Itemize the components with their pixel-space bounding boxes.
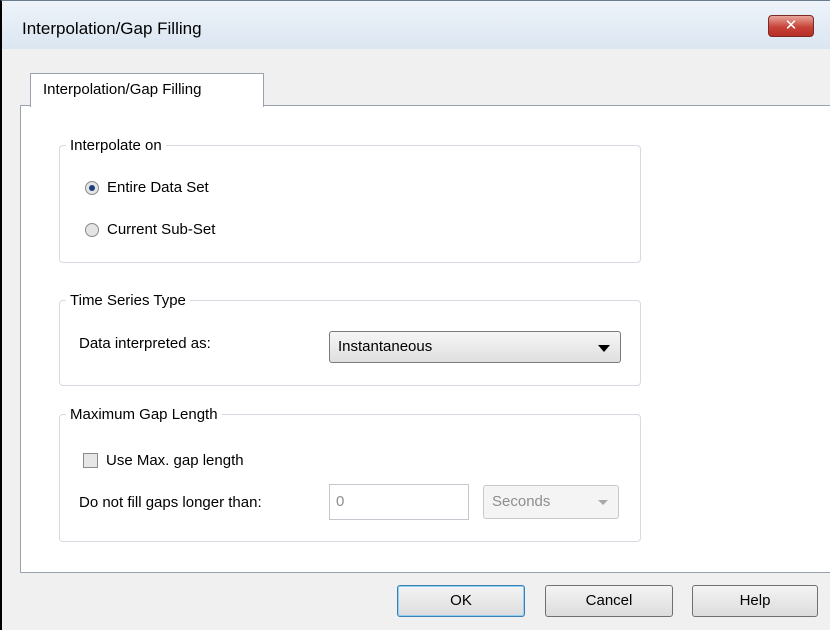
do-not-fill-gaps-label: Do not fill gaps longer than: — [79, 494, 262, 511]
max-gap-length-input[interactable]: 0 — [329, 484, 469, 520]
gap-unit-value: Seconds — [492, 493, 551, 510]
interpolate-on-group: Interpolate on — [59, 137, 641, 263]
radio-unselected-icon[interactable] — [85, 222, 99, 237]
data-interpreted-as-select[interactable]: Instantaneous — [329, 331, 621, 363]
radio-current-sub-set[interactable]: Current Sub-Set — [85, 221, 215, 238]
tab-interpolation-gap-filling[interactable]: Interpolation/Gap Filling — [30, 73, 264, 107]
max-gap-length-value: 0 — [336, 493, 345, 510]
tab-panel: Interpolate on Entire Data Set Current S… — [20, 105, 830, 573]
radio-selected-icon[interactable] — [85, 180, 99, 195]
chevron-down-icon — [598, 345, 610, 352]
ok-button-label: OK — [450, 592, 472, 609]
ok-button[interactable]: OK — [397, 585, 525, 617]
cancel-button[interactable]: Cancel — [545, 585, 673, 617]
radio-label-entire-data-set: Entire Data Set — [107, 179, 209, 196]
help-button[interactable]: Help — [692, 585, 818, 617]
title-bar[interactable]: Interpolation/Gap Filling ✕ — [2, 1, 830, 49]
selected-value: Instantaneous — [338, 338, 433, 355]
tab-label: Interpolation/Gap Filling — [43, 81, 202, 98]
close-button[interactable]: ✕ — [768, 15, 814, 37]
use-max-gap-length-checkbox[interactable]: Use Max. gap length — [83, 452, 244, 469]
use-max-gap-length-label: Use Max. gap length — [106, 452, 244, 469]
radio-label-current-sub-set: Current Sub-Set — [107, 221, 216, 238]
cancel-button-label: Cancel — [585, 592, 633, 609]
interpolate-on-legend: Interpolate on — [70, 137, 162, 154]
radio-entire-data-set[interactable]: Entire Data Set — [85, 179, 209, 196]
checkbox-unchecked-icon[interactable] — [83, 453, 98, 468]
help-button-label: Help — [739, 592, 771, 609]
dialog-window: Interpolation/Gap Filling ✕ Interpolatio… — [0, 0, 830, 630]
data-interpreted-as-label: Data interpreted as: — [79, 335, 211, 352]
time-series-type-legend: Time Series Type — [70, 292, 186, 309]
maximum-gap-length-group: Maximum Gap Length — [59, 406, 641, 542]
gap-unit-select[interactable]: Seconds — [483, 485, 619, 519]
window-title: Interpolation/Gap Filling — [22, 19, 202, 38]
close-icon: ✕ — [784, 17, 798, 34]
maximum-gap-length-legend: Maximum Gap Length — [70, 406, 218, 423]
chevron-down-icon — [598, 500, 608, 505]
